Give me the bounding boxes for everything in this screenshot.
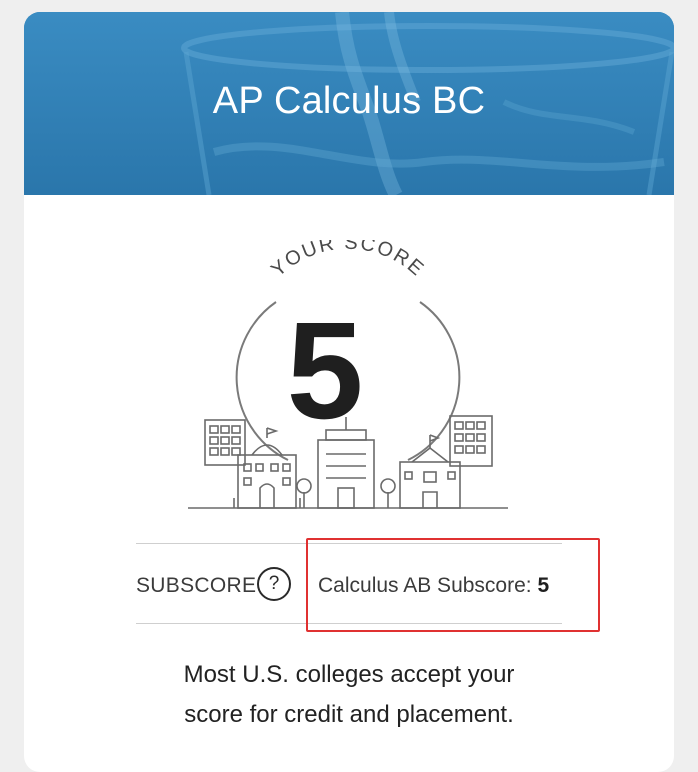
card-header: AP Calculus BC [24, 12, 674, 195]
highlight-annotation [306, 538, 600, 632]
subscore-label: SUBSCORE [136, 574, 257, 597]
score-illustration: YOUR SCORE 5 [0, 240, 650, 520]
course-title: AP Calculus BC [212, 80, 486, 122]
credit-note: Most U.S. colleges accept your score for… [24, 655, 674, 735]
your-score-caption: YOUR SCORE [267, 240, 429, 281]
credit-note-line-2: score for credit and placement. [184, 701, 514, 728]
credit-note-line-1: Most U.S. colleges accept your [183, 661, 515, 688]
question-mark-icon[interactable]: ? [257, 567, 291, 601]
score-value: 5 [286, 294, 364, 448]
